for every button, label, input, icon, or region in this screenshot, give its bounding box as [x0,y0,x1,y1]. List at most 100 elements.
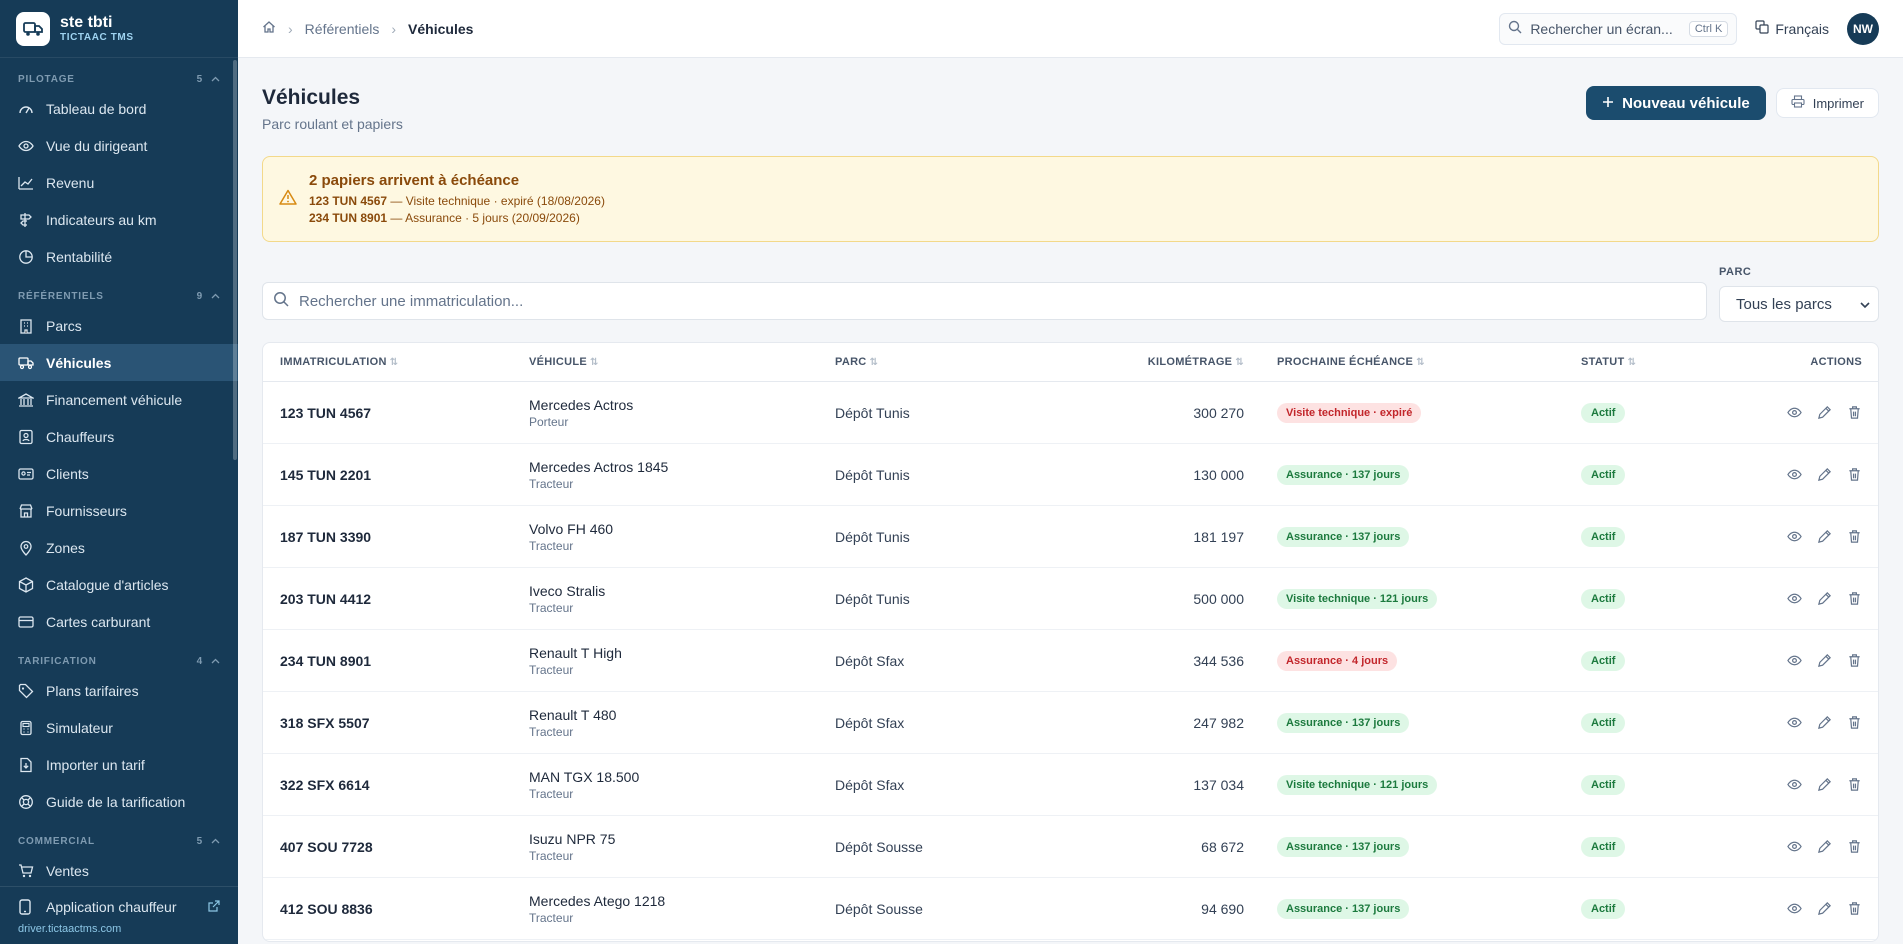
alert-plate[interactable]: 234 TUN 8901 [309,211,387,225]
sidebar-item[interactable]: Financement véhicule [0,381,238,418]
view-icon[interactable] [1786,405,1802,421]
delete-icon[interactable] [1846,715,1862,731]
vehicle-type: Tracteur [529,476,574,491]
phone-icon [18,899,34,915]
status-badge: Actif [1581,650,1626,671]
sidebar-scrollbar[interactable] [233,60,237,460]
sidebar-item[interactable]: Indicateurs au km [0,201,238,238]
delete-icon[interactable] [1846,467,1862,483]
brand[interactable]: ste tbti TICTAAC TMS [0,0,238,58]
edit-icon[interactable] [1816,653,1832,669]
breadcrumb-referentiels[interactable]: Référentiels [305,21,380,37]
edit-icon[interactable] [1816,839,1832,855]
sidebar-item[interactable]: Vue du dirigeant [0,127,238,164]
building-icon [18,318,34,334]
language-switcher[interactable]: Français [1755,20,1829,37]
home-icon[interactable] [262,20,276,37]
driver-app-link[interactable]: Application chauffeur [18,895,220,919]
new-vehicle-button[interactable]: Nouveau véhicule [1586,86,1766,120]
edit-icon[interactable] [1816,591,1832,607]
delete-icon[interactable] [1846,529,1862,545]
sidebar-item[interactable]: Cartes carburant [0,603,238,640]
plate-search-input[interactable]: Rechercher une immatriculation... [262,282,1707,320]
alert-plate[interactable]: 123 TUN 4567 [309,194,387,208]
sidebar-item[interactable]: Chauffeurs [0,418,238,455]
avatar[interactable]: NW [1847,12,1879,45]
sidebar-item[interactable]: Revenu [0,164,238,201]
table-row[interactable]: 123 TUN 4567 Mercedes Actros Porteur Dépôt … [263,382,1878,444]
edit-icon[interactable] [1816,901,1832,917]
edit-icon[interactable] [1816,467,1832,483]
sidebar-item[interactable]: Zones [0,529,238,566]
parc-cell: Dépôt Tunis [835,466,910,483]
col-parc[interactable]: PARC ⇅ [835,356,1035,368]
pie-icon [18,249,34,265]
col-vehicle[interactable]: VÉHICULE ⇅ [529,356,835,368]
view-icon[interactable] [1786,529,1802,545]
sidebar-section-header[interactable]: PILOTAGE 5 [0,68,238,90]
edit-icon[interactable] [1816,715,1832,731]
sort-icon: ⇅ [869,357,879,368]
sidebar-item[interactable]: Simulateur [0,709,238,746]
table-row[interactable]: 203 TUN 4412 Iveco Stralis Tracteur Dépôt T… [263,568,1878,630]
sidebar-item[interactable]: Clients [0,455,238,492]
sidebar-item-label: Simulateur [46,719,113,736]
view-icon[interactable] [1786,777,1802,793]
status-badge: Actif [1581,774,1626,795]
deadline-badge: Assurance · 4 jours [1277,650,1398,671]
table-row[interactable]: 322 SFX 6614 MAN TGX 18.500 Tracteur Dépôt … [263,754,1878,816]
sidebar-item-label: Vue du dirigeant [46,137,148,154]
view-icon[interactable] [1786,715,1802,731]
table-row[interactable]: 318 SFX 5507 Renault T 480 Tracteur Dépôt S… [263,692,1878,754]
sidebar-item[interactable]: Parcs [0,307,238,344]
edit-icon[interactable] [1816,405,1832,421]
view-icon[interactable] [1786,901,1802,917]
sidebar-item[interactable]: Catalogue d'articles [0,566,238,603]
view-icon[interactable] [1786,839,1802,855]
table-row[interactable]: 234 TUN 8901 Renault T High Tracteur Dépôt … [263,630,1878,692]
sidebar-item[interactable]: Véhicules [0,344,238,381]
table-row[interactable]: 187 TUN 3390 Volvo FH 460 Tracteur Dépôt Tu… [263,506,1878,568]
plate-cell: 123 TUN 4567 [280,404,372,421]
delete-icon[interactable] [1846,653,1862,669]
delete-icon[interactable] [1846,839,1862,855]
sidebar-item-label: Guide de la tarification [46,793,186,810]
col-km[interactable]: KILOMÉTRAGE ⇅ [1035,356,1244,368]
section-label: COMMERCIAL [18,835,95,847]
breadcrumb-current: Véhicules [408,20,474,37]
delete-icon[interactable] [1846,777,1862,793]
sidebar-item[interactable]: Tableau de bord [0,90,238,127]
sidebar-item[interactable]: Guide de la tarification [0,783,238,820]
col-status[interactable]: STATUT ⇅ [1581,356,1731,368]
gauge-icon [18,101,34,117]
section-count: 5 [196,73,203,85]
edit-icon[interactable] [1816,777,1832,793]
col-plate[interactable]: IMMATRICULATION ⇅ [263,356,529,368]
warning-icon [279,189,297,210]
edit-icon[interactable] [1816,529,1832,545]
vehicle-type: Tracteur [529,848,574,863]
sidebar-section-header[interactable]: TARIFICATION 4 [0,650,238,672]
table-row[interactable]: 407 SOU 7728 Isuzu NPR 75 Tracteur Dépôt So… [263,816,1878,878]
table-row[interactable]: 145 TUN 2201 Mercedes Actros 1845 Tracteur… [263,444,1878,506]
view-icon[interactable] [1786,467,1802,483]
parc-select[interactable]: Tous les parcs [1719,286,1879,322]
table-row[interactable]: 412 SOU 8836 Mercedes Atego 1218 Tracteur D… [263,878,1878,940]
view-icon[interactable] [1786,653,1802,669]
sidebar-item[interactable]: Ventes [0,852,238,889]
global-search[interactable]: Rechercher un écran... Ctrl K [1499,12,1738,45]
view-icon[interactable] [1786,591,1802,607]
sidebar-item[interactable]: Fournisseurs [0,492,238,529]
sidebar-item[interactable]: Plans tarifaires [0,672,238,709]
print-button[interactable]: Imprimer [1775,88,1879,118]
vehicle-name: Iveco Stralis [529,582,606,599]
sidebar-item[interactable]: Rentabilité [0,238,238,275]
sidebar-section-header[interactable]: RÉFÉRENTIELS 9 [0,285,238,307]
delete-icon[interactable] [1846,591,1862,607]
sidebar-section-header[interactable]: COMMERCIAL 5 [0,830,238,852]
delete-icon[interactable] [1846,901,1862,917]
sidebar-item[interactable]: Importer un tarif [0,746,238,783]
status-badge: Actif [1581,402,1626,423]
delete-icon[interactable] [1846,405,1862,421]
col-deadline[interactable]: PROCHAINE ÉCHÉANCE ⇅ [1244,356,1581,368]
